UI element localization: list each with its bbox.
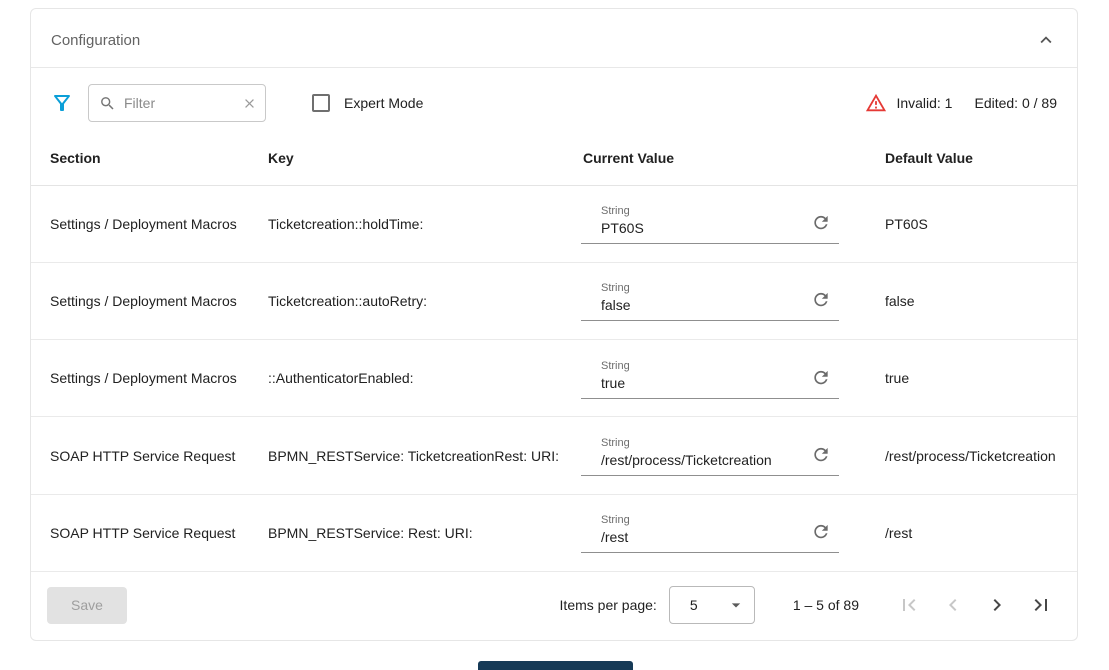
save-button[interactable]: Save [47,587,127,624]
current-value-input[interactable]: false [601,297,805,313]
column-header-section: Section [50,150,268,166]
expert-mode-toggle[interactable]: Expert Mode [312,94,423,112]
row-key: Ticketcreation::autoRetry: [268,293,583,309]
toolbar: Expert Mode Invalid: 1 Edited: 0 / 89 [31,68,1077,132]
value-type-label: String [601,205,805,217]
chevron-right-icon [985,605,1009,620]
reset-value-icon[interactable] [811,445,831,465]
value-type-label: String [601,360,805,372]
table-row: SOAP HTTP Service Request BPMN_RESTServi… [31,495,1077,572]
clear-filter-icon[interactable] [242,96,257,111]
chevron-down-icon [726,595,746,615]
value-type-label: String [601,282,805,294]
first-page-icon [897,605,921,620]
table-row: Settings / Deployment Macros ::Authentic… [31,340,1077,417]
expert-mode-checkbox[interactable] [312,94,330,112]
row-section: SOAP HTTP Service Request [50,448,268,464]
filter-funnel-icon[interactable] [50,91,74,115]
row-default-value: true [885,370,1063,386]
row-default-value: /rest/process/Ticketcreation [885,448,1068,464]
next-page-button[interactable] [985,593,1009,617]
current-value-input[interactable]: PT60S [601,220,805,236]
page-range-label: 1 – 5 of 89 [793,597,859,613]
reset-value-icon[interactable] [811,213,831,233]
reset-value-icon[interactable] [811,367,831,387]
current-value-field[interactable]: String /rest [581,512,839,553]
collapse-button[interactable] [1033,27,1059,53]
last-page-icon [1029,605,1053,620]
panel-title: Configuration [51,32,140,49]
invalid-status: Invalid: 1 [865,92,952,114]
filter-field[interactable] [88,84,266,122]
table-row: Settings / Deployment Macros Ticketcreat… [31,263,1077,340]
row-default-value: false [885,293,1063,309]
expert-mode-label: Expert Mode [344,95,423,111]
row-key: Ticketcreation::holdTime: [268,216,583,232]
warning-icon [865,92,887,114]
current-value-field[interactable]: String PT60S [581,203,839,244]
row-key: BPMN_RESTService: Rest: URI: [268,525,583,541]
current-value-input[interactable]: true [601,375,805,391]
row-default-value: PT60S [885,216,1063,232]
value-type-label: String [601,437,805,449]
current-value-field[interactable]: String true [581,358,839,399]
row-key: BPMN_RESTService: TicketcreationRest: UR… [268,448,583,464]
table-row: Settings / Deployment Macros Ticketcreat… [31,186,1077,263]
bottom-bar [478,661,633,670]
column-header-key: Key [268,150,583,166]
reset-value-icon[interactable] [811,290,831,310]
current-value-input[interactable]: /rest [601,529,805,545]
current-value-input[interactable]: /rest/process/Ticketcreation [601,452,805,468]
chevron-up-icon [1035,39,1057,54]
items-per-page-label: Items per page: [560,597,657,613]
page-size-select[interactable]: 5 [669,586,755,624]
paginator: Items per page: 5 1 – 5 of 89 [560,586,1063,624]
edited-label: Edited: 0 / 89 [974,95,1057,111]
search-icon [99,95,116,112]
column-header-current-value: Current Value [583,150,885,166]
row-key: ::AuthenticatorEnabled: [268,370,583,386]
table-header: Section Key Current Value Default Value [31,132,1077,186]
row-section: SOAP HTTP Service Request [50,525,268,541]
row-section: Settings / Deployment Macros [50,293,268,309]
configuration-panel: Configuration Expert Mode [30,8,1078,641]
value-type-label: String [601,514,805,526]
toolbar-status: Invalid: 1 Edited: 0 / 89 [865,92,1057,114]
panel-footer: Save Items per page: 5 1 – 5 of 89 [31,572,1077,640]
panel-header: Configuration [31,9,1077,67]
column-header-default-value: Default Value [885,150,1063,166]
current-value-field[interactable]: String false [581,280,839,321]
last-page-button[interactable] [1029,593,1053,617]
row-section: Settings / Deployment Macros [50,370,268,386]
chevron-left-icon [941,605,965,620]
reset-value-icon[interactable] [811,522,831,542]
filter-input[interactable] [122,94,236,112]
previous-page-button[interactable] [941,593,965,617]
first-page-button[interactable] [897,593,921,617]
row-section: Settings / Deployment Macros [50,216,268,232]
current-value-field[interactable]: String /rest/process/Ticketcreation [581,435,839,476]
invalid-label: Invalid: 1 [896,95,952,111]
row-default-value: /rest [885,525,1063,541]
table-row: SOAP HTTP Service Request BPMN_RESTServi… [31,417,1077,494]
page-size-value: 5 [690,597,698,613]
